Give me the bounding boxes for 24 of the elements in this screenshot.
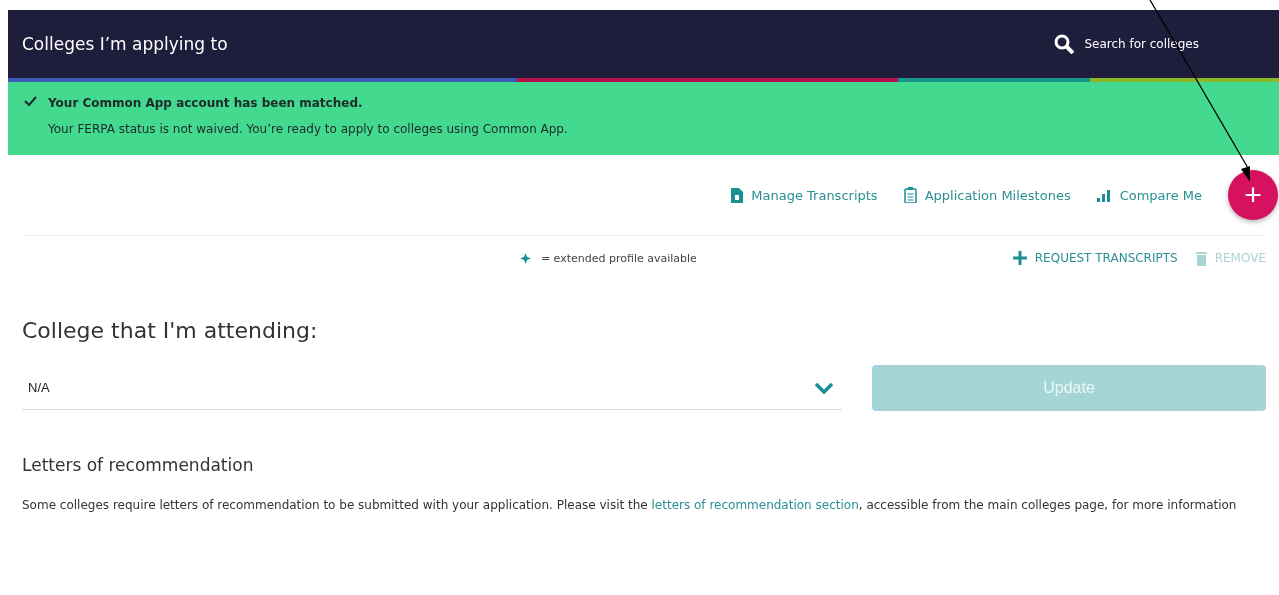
letters-link[interactable]: letters of recommendation section [651,498,859,512]
document-icon [731,187,744,203]
sparkle-icon [519,252,531,264]
clipboard-icon [903,187,917,203]
section-heading: Letters of recommendation [22,455,255,475]
info-paragraph: Some colleges require letters of recommendation to be submitted with your application. Please visit the letters of recommendation section, accessible from the main colleges page, for more information [22,497,1238,514]
banner-message: Your FERPA status is not waived. You’re ready to apply to colleges using Common App. [48,121,569,138]
trash-icon [1195,250,1207,266]
page-title: Colleges I’m applying to [22,34,228,54]
add-button[interactable]: + [1228,170,1278,220]
section-heading: College that I'm attending: [22,318,319,343]
banner-title: Your Common App account has been matched. [48,96,364,112]
college-select[interactable]: N/A [22,366,842,410]
chevron-down-icon [814,381,834,394]
plus-icon [1012,251,1027,265]
action-link[interactable]: REQUEST TRANSCRIPTS [1012,251,1178,265]
toolbar-link[interactable]: Application Milestones [903,187,1071,203]
search-link[interactable]: Search for colleges [1054,34,1199,54]
search-icon [1054,34,1075,54]
check-icon [24,96,37,106]
bar-chart-icon [1096,188,1112,202]
toolbar-link[interactable]: Compare Me [1096,187,1202,203]
legend-text: = extended profile available [540,251,697,265]
toolbar-link[interactable]: Manage Transcripts [731,187,878,203]
